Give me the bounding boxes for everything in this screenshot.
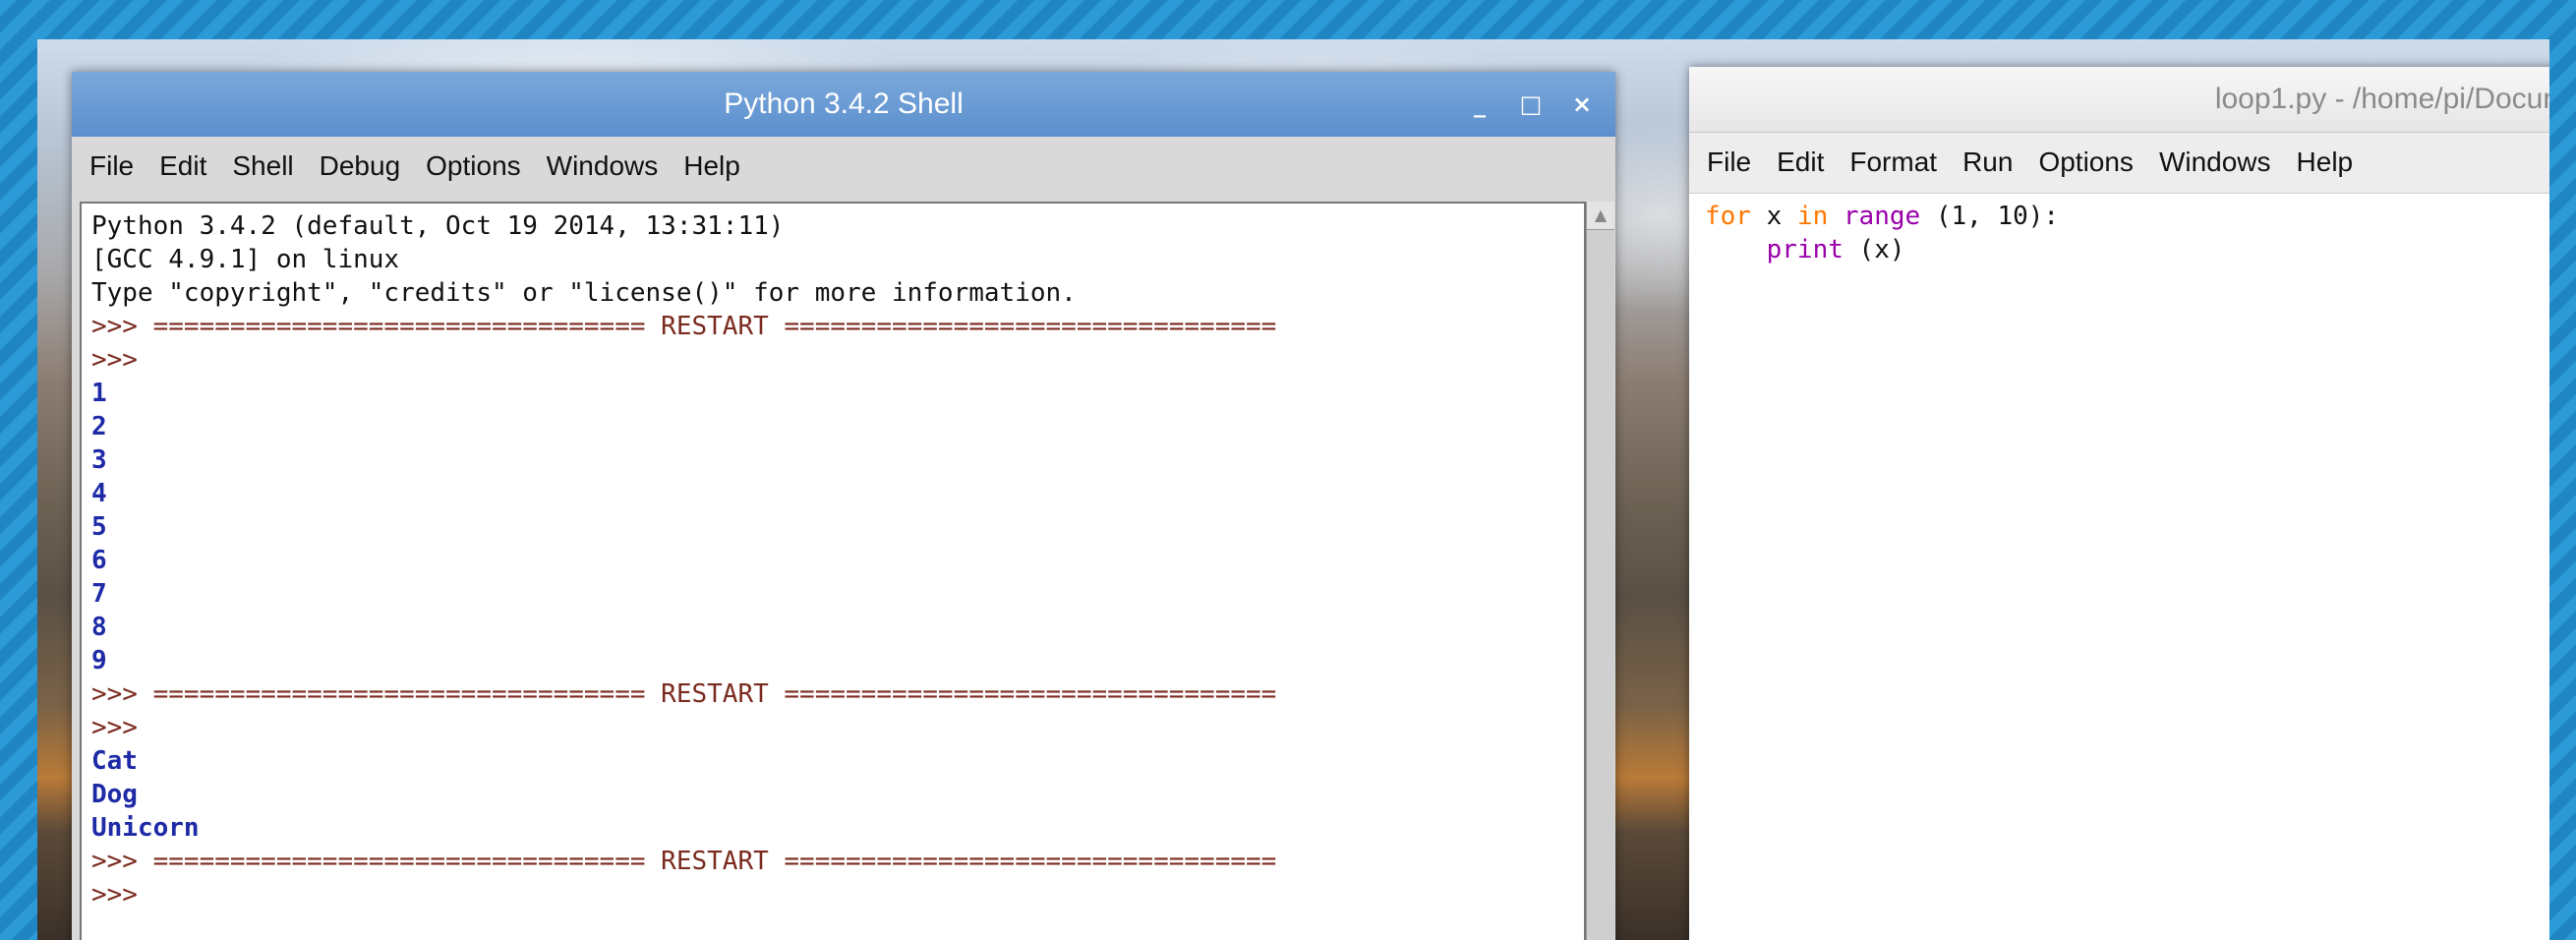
menu-help[interactable]: Help [683, 150, 740, 182]
menu-options[interactable]: Options [2038, 147, 2134, 178]
shell-line: 4 [91, 479, 107, 508]
menu-windows[interactable]: Windows [2159, 147, 2271, 178]
shell-line: Python 3.4.2 (default, Oct 19 2014, 13:3… [91, 211, 785, 241]
shell-line: >>> ================================ RES… [91, 312, 1277, 341]
shell-line: >>> [91, 880, 138, 910]
shell-line: 3 [91, 445, 107, 475]
shell-line: 2 [91, 412, 107, 441]
code-editor-area[interactable]: for x in range (1, 10): print (x) [1689, 193, 2549, 940]
code-line: print (x) [1705, 233, 2549, 266]
code-line: for x in range (1, 10): [1705, 200, 2549, 233]
shell-menu-bar: File Edit Shell Debug Options Windows He… [72, 137, 1615, 196]
shell-line: Type "copyright", "credits" or "license(… [91, 278, 1077, 308]
shell-line: 9 [91, 646, 107, 676]
keyword-in: in [1796, 202, 1829, 231]
shell-line: 6 [91, 546, 107, 575]
shell-window-title: Python 3.4.2 Shell [724, 88, 964, 120]
minimize-icon[interactable]: _ [1466, 90, 1493, 118]
shell-line: 7 [91, 579, 107, 609]
menu-debug[interactable]: Debug [320, 150, 401, 182]
editor-window-title: loop1.py - /home/pi/Documer [2214, 83, 2549, 115]
menu-edit[interactable]: Edit [1777, 147, 1824, 178]
builtin-range: range [1843, 202, 1921, 231]
python-shell-window: Python 3.4.2 Shell _ □ × File Edit Shell… [72, 72, 1615, 940]
code-text: (1, 10): [1920, 202, 2060, 231]
menu-options[interactable]: Options [426, 150, 521, 182]
shell-output-area[interactable]: Python 3.4.2 (default, Oct 19 2014, 13:3… [80, 202, 1586, 940]
keyword-for: for [1705, 202, 1751, 231]
shell-line: Cat [91, 746, 138, 776]
shell-line: 8 [91, 613, 107, 642]
shell-line: 5 [91, 512, 107, 542]
desktop-background: Python 3.4.2 Shell _ □ × File Edit Shell… [37, 39, 2549, 940]
window-controls: _ □ × [1466, 72, 1596, 137]
menu-windows[interactable]: Windows [547, 150, 659, 182]
shell-scrollbar[interactable]: ▲ [1586, 202, 1614, 940]
editor-menu-bar: File Edit Format Run Options Windows Hel… [1689, 133, 2549, 192]
close-icon[interactable]: × [1568, 90, 1596, 118]
shell-line: [GCC 4.9.1] on linux [91, 245, 400, 274]
menu-file[interactable]: File [1707, 147, 1751, 178]
code-text: x [1750, 202, 1797, 231]
shell-line: >>> [91, 345, 138, 375]
maximize-icon[interactable]: □ [1517, 90, 1545, 118]
menu-help[interactable]: Help [2297, 147, 2354, 178]
shell-title-bar[interactable]: Python 3.4.2 Shell _ □ × [72, 72, 1615, 137]
editor-window: loop1.py - /home/pi/Documer File Edit Fo… [1689, 67, 2549, 940]
menu-edit[interactable]: Edit [159, 150, 206, 182]
shell-line: >>> [91, 713, 138, 742]
scroll-up-icon[interactable]: ▲ [1587, 202, 1614, 230]
menu-file[interactable]: File [89, 150, 134, 182]
shell-line: 1 [91, 379, 107, 408]
shell-line: >>> ================================ RES… [91, 679, 1277, 709]
shell-line: >>> ================================ RES… [91, 847, 1277, 876]
shell-line: Dog [91, 780, 138, 809]
menu-shell[interactable]: Shell [232, 150, 293, 182]
builtin-print: print [1766, 235, 1844, 264]
shell-line: Unicorn [91, 813, 200, 843]
menu-format[interactable]: Format [1849, 147, 1937, 178]
menu-run[interactable]: Run [1962, 147, 2013, 178]
code-text: (x) [1843, 235, 1905, 264]
editor-title-bar[interactable]: loop1.py - /home/pi/Documer [1689, 67, 2549, 133]
